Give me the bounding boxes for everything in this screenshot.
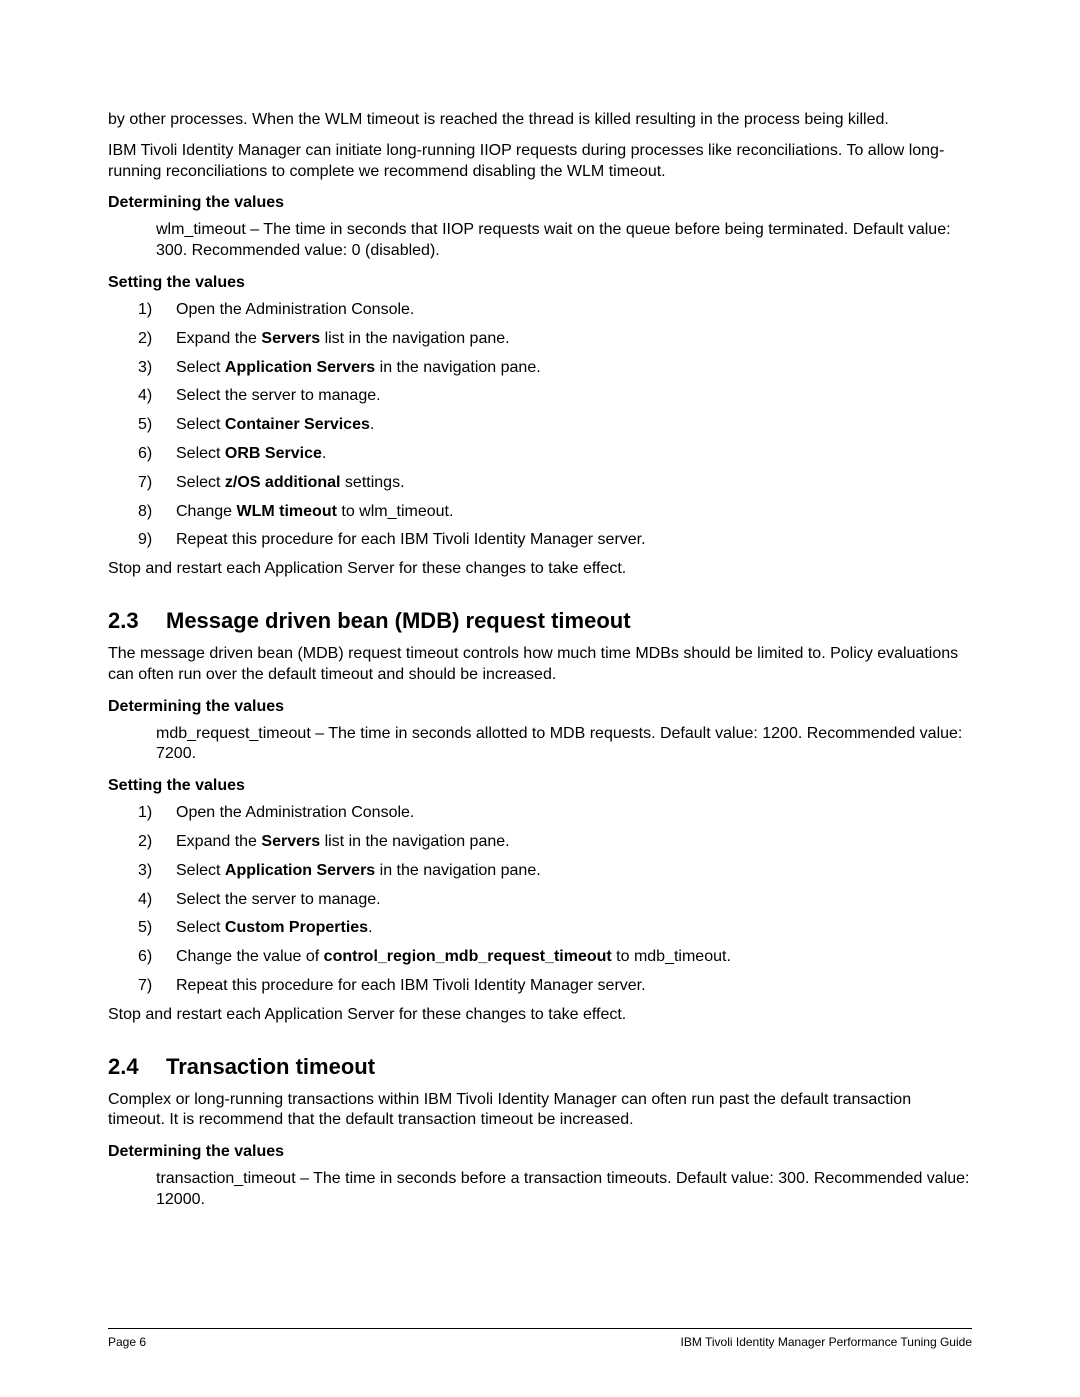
list-item-number: 6) xyxy=(138,947,176,968)
list-item-text: Select ORB Service. xyxy=(176,444,972,465)
list-item: 1)Open the Administration Console. xyxy=(138,300,972,321)
list-item: 5)Select Container Services. xyxy=(138,415,972,436)
wlm-steps: 1)Open the Administration Console.2)Expa… xyxy=(138,300,972,551)
list-item-number: 7) xyxy=(138,976,176,997)
s23-set-head: Setting the values xyxy=(108,777,972,795)
list-item-number: 4) xyxy=(138,386,176,407)
list-item: 3)Select Application Servers in the navi… xyxy=(138,861,972,882)
list-item: 8)Change WLM timeout to wlm_timeout. xyxy=(138,502,972,523)
list-item-text: Select Container Services. xyxy=(176,415,972,436)
document-page: by other processes. When the WLM timeout… xyxy=(0,0,1080,1397)
list-item-text: Select Application Servers in the naviga… xyxy=(176,358,972,379)
s24-det-body: transaction_timeout – The time in second… xyxy=(156,1169,972,1211)
wlm-det-body: wlm_timeout – The time in seconds that I… xyxy=(156,220,972,262)
section-title: Message driven bean (MDB) request timeou… xyxy=(166,608,631,634)
list-item-number: 3) xyxy=(138,358,176,379)
list-item-text: Change the value of control_region_mdb_r… xyxy=(176,947,972,968)
section-number: 2.4 xyxy=(108,1054,166,1080)
list-item: 6)Change the value of control_region_mdb… xyxy=(138,947,972,968)
list-item-number: 5) xyxy=(138,415,176,436)
s23-det-body: mdb_request_timeout – The time in second… xyxy=(156,724,972,766)
list-item-text: Expand the Servers list in the navigatio… xyxy=(176,832,972,853)
list-item: 7)Repeat this procedure for each IBM Tiv… xyxy=(138,976,972,997)
list-item-number: 8) xyxy=(138,502,176,523)
s23-det-head: Determining the values xyxy=(108,698,972,716)
list-item-text: Select the server to manage. xyxy=(176,386,972,407)
list-item-text: Repeat this procedure for each IBM Tivol… xyxy=(176,976,972,997)
list-item: 2)Expand the Servers list in the navigat… xyxy=(138,329,972,350)
list-item-text: Repeat this procedure for each IBM Tivol… xyxy=(176,530,972,551)
s24-p1: Complex or long-running transactions wit… xyxy=(108,1090,972,1132)
list-item-text: Select z/OS additional settings. xyxy=(176,473,972,494)
list-item-text: Open the Administration Console. xyxy=(176,803,972,824)
footer-doc-title: IBM Tivoli Identity Manager Performance … xyxy=(681,1335,972,1349)
intro-p1: by other processes. When the WLM timeout… xyxy=(108,110,972,131)
footer-page-number: Page 6 xyxy=(108,1335,146,1349)
wlm-det-head: Determining the values xyxy=(108,194,972,212)
section-number: 2.3 xyxy=(108,608,166,634)
wlm-set-head: Setting the values xyxy=(108,274,972,292)
list-item-text: Select Custom Properties. xyxy=(176,918,972,939)
list-item: 6)Select ORB Service. xyxy=(138,444,972,465)
list-item: 1)Open the Administration Console. xyxy=(138,803,972,824)
list-item-number: 5) xyxy=(138,918,176,939)
s23-steps: 1)Open the Administration Console.2)Expa… xyxy=(138,803,972,997)
list-item: 9)Repeat this procedure for each IBM Tiv… xyxy=(138,530,972,551)
section-title: Transaction timeout xyxy=(166,1054,375,1080)
list-item-number: 6) xyxy=(138,444,176,465)
list-item: 2)Expand the Servers list in the navigat… xyxy=(138,832,972,853)
list-item-number: 1) xyxy=(138,300,176,321)
list-item-number: 2) xyxy=(138,329,176,350)
list-item-number: 9) xyxy=(138,530,176,551)
list-item-text: Open the Administration Console. xyxy=(176,300,972,321)
page-footer: Page 6 IBM Tivoli Identity Manager Perfo… xyxy=(108,1328,972,1349)
s24-det-head: Determining the values xyxy=(108,1143,972,1161)
list-item-number: 1) xyxy=(138,803,176,824)
wlm-after: Stop and restart each Application Server… xyxy=(108,559,972,580)
list-item: 4)Select the server to manage. xyxy=(138,890,972,911)
intro-p2: IBM Tivoli Identity Manager can initiate… xyxy=(108,141,972,183)
list-item-number: 2) xyxy=(138,832,176,853)
list-item-number: 7) xyxy=(138,473,176,494)
list-item: 7)Select z/OS additional settings. xyxy=(138,473,972,494)
s23-p1: The message driven bean (MDB) request ti… xyxy=(108,644,972,686)
list-item-text: Expand the Servers list in the navigatio… xyxy=(176,329,972,350)
list-item-number: 3) xyxy=(138,861,176,882)
list-item: 4)Select the server to manage. xyxy=(138,386,972,407)
list-item-text: Select the server to manage. xyxy=(176,890,972,911)
s23-after: Stop and restart each Application Server… xyxy=(108,1005,972,1026)
list-item-number: 4) xyxy=(138,890,176,911)
list-item-text: Select Application Servers in the naviga… xyxy=(176,861,972,882)
list-item: 3)Select Application Servers in the navi… xyxy=(138,358,972,379)
list-item: 5)Select Custom Properties. xyxy=(138,918,972,939)
list-item-text: Change WLM timeout to wlm_timeout. xyxy=(176,502,972,523)
section-2-3-heading: 2.3 Message driven bean (MDB) request ti… xyxy=(108,608,972,634)
section-2-4-heading: 2.4 Transaction timeout xyxy=(108,1054,972,1080)
